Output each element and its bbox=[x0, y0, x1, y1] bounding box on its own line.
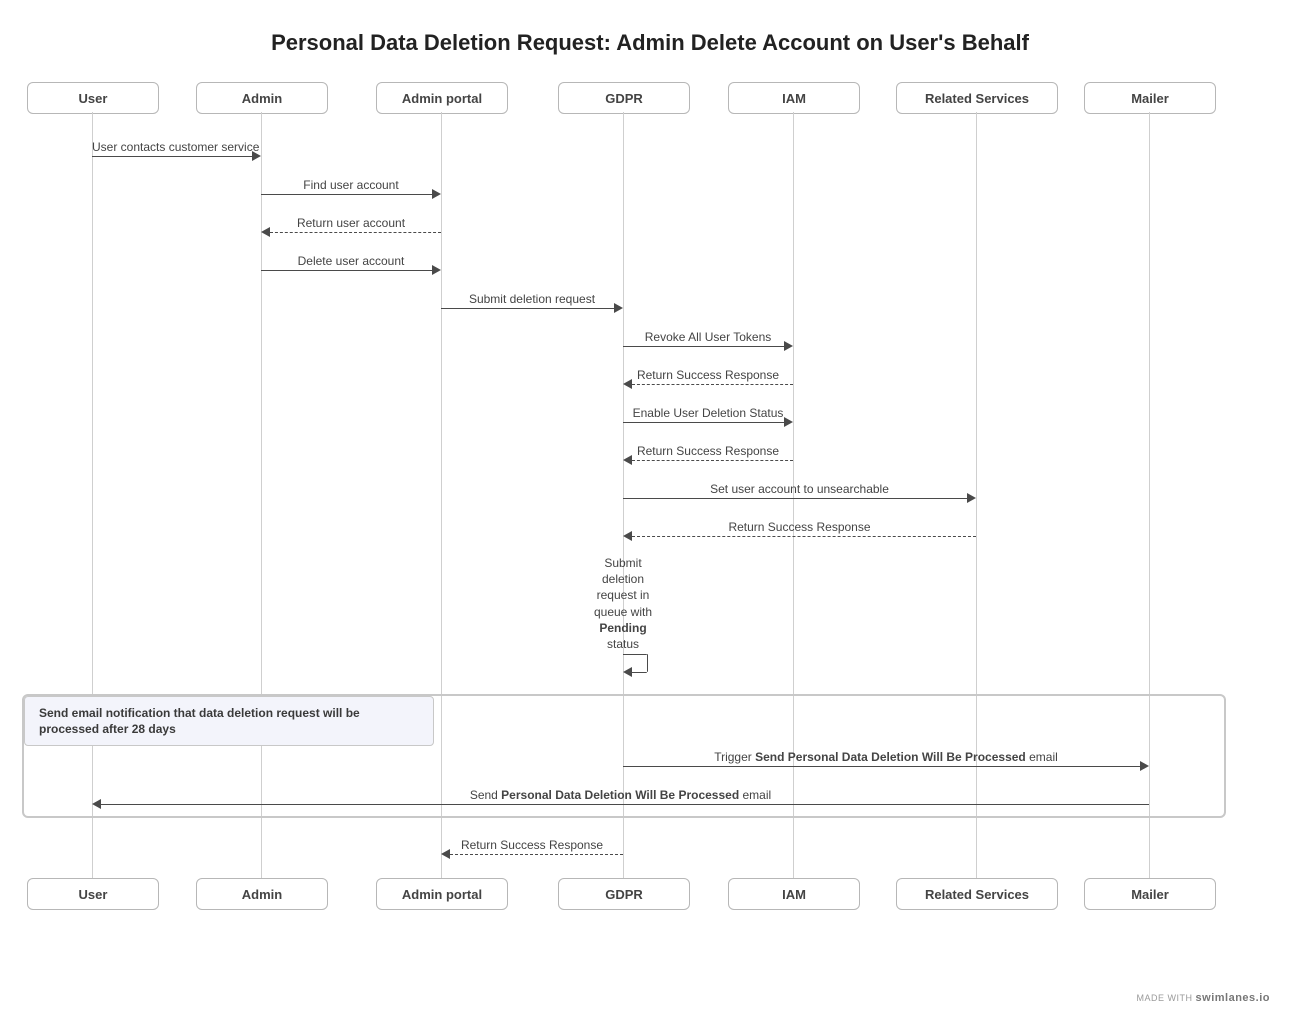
msg-success-3-line bbox=[632, 536, 976, 537]
msg-delete-user-arrow bbox=[432, 265, 441, 275]
lane-iam-top: IAM bbox=[728, 82, 860, 114]
msg-trigger-email-post: email bbox=[1026, 750, 1058, 764]
msg-success-1-arrow bbox=[623, 379, 632, 389]
msg-return-user-label: Return user account bbox=[261, 216, 441, 230]
msg-user-to-admin-arrow bbox=[252, 151, 261, 161]
msg-send-email-post: email bbox=[739, 788, 771, 802]
msg-self-l6: status bbox=[607, 637, 639, 651]
msg-delete-user-label: Delete user account bbox=[261, 254, 441, 268]
msg-return-user-line bbox=[270, 232, 441, 233]
selfloop-arrow bbox=[623, 667, 632, 677]
msg-trigger-email-line bbox=[623, 766, 1140, 767]
msg-success-4-label: Return Success Response bbox=[441, 838, 623, 852]
lane-services-bottom: Related Services bbox=[896, 878, 1058, 910]
msg-return-user-arrow bbox=[261, 227, 270, 237]
group-header-l1: Send email notification that data deleti… bbox=[39, 706, 360, 720]
msg-send-email-line bbox=[101, 804, 1149, 805]
selfloop-side bbox=[647, 654, 648, 672]
msg-success-4-arrow bbox=[441, 849, 450, 859]
diagram-title: Personal Data Deletion Request: Admin De… bbox=[0, 30, 1300, 56]
selfloop-top bbox=[623, 654, 647, 655]
msg-send-email-pre: Send bbox=[470, 788, 501, 802]
lane-gdpr-top: GDPR bbox=[558, 82, 690, 114]
lane-iam-bottom: IAM bbox=[728, 878, 860, 910]
msg-submit-deletion-line bbox=[441, 308, 614, 309]
footer-brand: swimlanes.io bbox=[1196, 992, 1270, 1004]
msg-success-4-line bbox=[450, 854, 623, 855]
msg-self-l4: queue with bbox=[594, 605, 652, 619]
lane-services-top: Related Services bbox=[896, 82, 1058, 114]
lane-user-bottom: User bbox=[27, 878, 159, 910]
msg-revoke-tokens-arrow bbox=[784, 341, 793, 351]
msg-user-to-admin-line bbox=[92, 156, 252, 157]
msg-submit-deletion-arrow bbox=[614, 303, 623, 313]
footer-pre: MADE WITH bbox=[1137, 993, 1196, 1003]
lane-user-top: User bbox=[27, 82, 159, 114]
msg-success-2-line bbox=[632, 460, 793, 461]
msg-send-email-arrow bbox=[92, 799, 101, 809]
lane-portal-bottom: Admin portal bbox=[376, 878, 508, 910]
msg-enable-deletion-arrow bbox=[784, 417, 793, 427]
msg-delete-user-line bbox=[261, 270, 432, 271]
msg-unsearchable-line bbox=[623, 498, 967, 499]
msg-success-2-label: Return Success Response bbox=[623, 444, 793, 458]
msg-success-2-arrow bbox=[623, 455, 632, 465]
msg-self-l2: deletion bbox=[602, 572, 644, 586]
msg-self-l1: Submit bbox=[604, 556, 641, 570]
msg-self-l3: request in bbox=[597, 588, 650, 602]
group-header-l2: processed after 28 days bbox=[39, 722, 176, 736]
footer-branding: MADE WITH swimlanes.io bbox=[1137, 992, 1270, 1004]
msg-enable-deletion-line bbox=[623, 422, 784, 423]
msg-revoke-tokens-label: Revoke All User Tokens bbox=[623, 330, 793, 344]
msg-user-to-admin-label: User contacts customer service bbox=[92, 140, 259, 154]
msg-trigger-email-arrow bbox=[1140, 761, 1149, 771]
msg-enable-deletion-label: Enable User Deletion Status bbox=[623, 406, 793, 420]
msg-revoke-tokens-line bbox=[623, 346, 784, 347]
msg-trigger-email-bold: Send Personal Data Deletion Will Be Proc… bbox=[755, 750, 1026, 764]
msg-trigger-email-label: Trigger Send Personal Data Deletion Will… bbox=[623, 750, 1149, 764]
msg-send-email-label: Send Personal Data Deletion Will Be Proc… bbox=[92, 788, 1149, 802]
lane-admin-bottom: Admin bbox=[196, 878, 328, 910]
msg-unsearchable-arrow bbox=[967, 493, 976, 503]
msg-unsearchable-label: Set user account to unsearchable bbox=[623, 482, 976, 496]
msg-success-1-line bbox=[632, 384, 793, 385]
msg-find-user-line bbox=[261, 194, 432, 195]
msg-self-pending-label: Submit deletion request in queue with Pe… bbox=[573, 555, 673, 652]
lane-admin-top: Admin bbox=[196, 82, 328, 114]
msg-success-3-label: Return Success Response bbox=[623, 520, 976, 534]
msg-send-email-bold: Personal Data Deletion Will Be Processed bbox=[501, 788, 739, 802]
selfloop-bottom bbox=[631, 672, 647, 673]
msg-find-user-arrow bbox=[432, 189, 441, 199]
lane-portal-top: Admin portal bbox=[376, 82, 508, 114]
diagram-canvas: Personal Data Deletion Request: Admin De… bbox=[0, 0, 1300, 1024]
lane-mailer-bottom: Mailer bbox=[1084, 878, 1216, 910]
msg-trigger-email-pre: Trigger bbox=[714, 750, 755, 764]
msg-self-l5: Pending bbox=[599, 621, 646, 635]
msg-find-user-label: Find user account bbox=[261, 178, 441, 192]
msg-success-1-label: Return Success Response bbox=[623, 368, 793, 382]
lane-mailer-top: Mailer bbox=[1084, 82, 1216, 114]
msg-submit-deletion-label: Submit deletion request bbox=[441, 292, 623, 306]
group-header: Send email notification that data deleti… bbox=[24, 696, 434, 746]
msg-success-3-arrow bbox=[623, 531, 632, 541]
lane-gdpr-bottom: GDPR bbox=[558, 878, 690, 910]
